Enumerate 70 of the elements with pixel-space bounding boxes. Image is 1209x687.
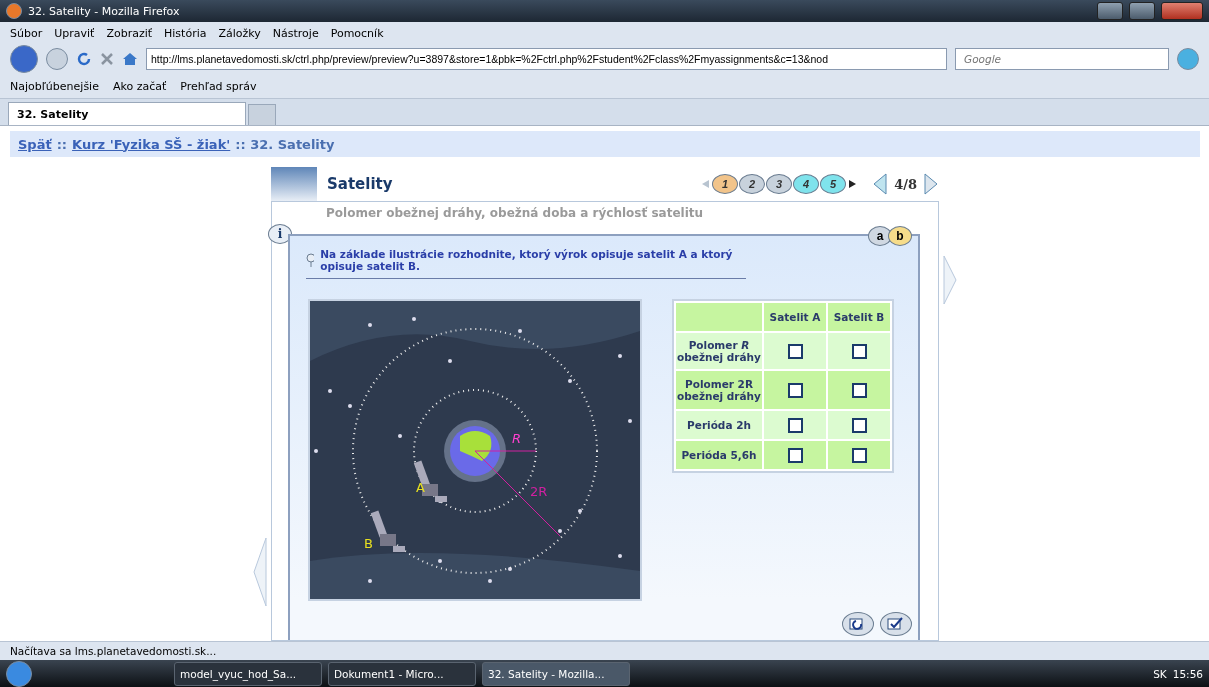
- row-label: Polomer R obežnej dráhy: [676, 333, 762, 369]
- bookmark-item[interactable]: Prehľad správ: [180, 79, 257, 93]
- satellite-label: A: [416, 481, 425, 494]
- menu-item[interactable]: Záložky: [218, 26, 261, 40]
- checkbox[interactable]: [787, 343, 803, 359]
- satellite-label: B: [364, 537, 373, 550]
- language-indicator: SK: [1153, 667, 1167, 680]
- menu-item[interactable]: Zobraziť: [106, 26, 153, 40]
- window-title: 32. Satelity - Mozilla Firefox: [28, 4, 181, 18]
- taskbar-button[interactable]: Dokument1 - Micro...: [328, 661, 476, 686]
- satellite-drawing: [370, 510, 405, 552]
- lesson-subtitle: Polomer obežnej dráhy, obežná doba a rýchlosť satelitu: [326, 206, 705, 222]
- checkbox[interactable]: [787, 447, 803, 463]
- column-header: Satelit A: [764, 303, 826, 331]
- row-label: Polomer 2R obežnej dráhy: [676, 371, 762, 409]
- address-field[interactable]: http://lms.planetavedomosti.sk/ctrl.php/preview/preview?u=3897&store=1&pbk=%2Fctrl.php%2Fstudent%2Fclass%2Fmyassignments&c=13&nod: [146, 48, 947, 70]
- browser-tab[interactable]: 32. Satelity: [8, 102, 246, 125]
- menu-item[interactable]: História: [164, 26, 207, 40]
- checkbox[interactable]: [851, 343, 867, 359]
- checkbox[interactable]: [851, 382, 867, 398]
- bookmark-item[interactable]: Najobľúbenejšie: [10, 79, 99, 93]
- status-text: Načítava sa lms.planetavedomosti.sk...: [0, 641, 1209, 660]
- breadcrumb-text: ::: [56, 136, 68, 152]
- clock: 15:56: [1172, 667, 1203, 680]
- breadcrumb-link[interactable]: Kurz 'Fyzika SŠ - žiak': [72, 136, 231, 152]
- menu-item[interactable]: Súbor: [10, 26, 43, 40]
- page-button[interactable]: 3: [766, 174, 793, 194]
- pin-icon: [306, 253, 315, 267]
- start-button[interactable]: [6, 660, 32, 687]
- page-counter: 4/8: [894, 176, 917, 192]
- row-label: Perióda 5,6h: [676, 441, 762, 469]
- back-button[interactable]: [10, 45, 38, 73]
- minimize-button[interactable]: [1097, 2, 1123, 20]
- breadcrumb-link[interactable]: Späť: [18, 136, 52, 152]
- row-label: Perióda 2h: [676, 411, 762, 439]
- checkbox[interactable]: [851, 417, 867, 433]
- check-icon: [887, 617, 905, 631]
- satellite-drawing: [413, 460, 447, 502]
- info-button[interactable]: i: [268, 224, 292, 244]
- menu-item[interactable]: Pomocník: [330, 26, 384, 40]
- bookmark-item[interactable]: Ako začať: [112, 79, 167, 93]
- page-button[interactable]: 2: [739, 174, 766, 194]
- reload-icon[interactable]: [76, 51, 92, 67]
- menu-item[interactable]: Upraviť: [54, 26, 95, 40]
- radius-label: R: [512, 432, 522, 445]
- checkbox[interactable]: [787, 382, 803, 398]
- page-button[interactable]: 1: [712, 174, 739, 194]
- question-text: Na základe ilustrácie rozhodnite, ktorý výrok opisuje satelit A a ktorý opisuje satelit B.: [320, 248, 734, 272]
- browser-logo-icon: [6, 3, 22, 19]
- submit-button[interactable]: [880, 612, 912, 636]
- checkbox[interactable]: [787, 417, 803, 433]
- column-header: Satelit B: [828, 303, 890, 331]
- checkbox[interactable]: [851, 447, 867, 463]
- earth-drawing: [450, 426, 500, 476]
- search-field[interactable]: Google: [955, 48, 1169, 70]
- taskbar-button[interactable]: model_vyuc_hod_Sa...: [174, 661, 322, 686]
- lesson-title: Satelity: [327, 175, 394, 193]
- variant-button[interactable]: a: [868, 226, 892, 246]
- portrait-placeholder: [271, 167, 317, 201]
- taskbar-button[interactable]: 32. Satelity - Mozilla...: [482, 661, 630, 686]
- page-button[interactable]: 5: [820, 174, 847, 194]
- reset-button[interactable]: [842, 612, 874, 636]
- menu-item[interactable]: Nástroje: [272, 26, 319, 40]
- maximize-button[interactable]: [1129, 2, 1155, 20]
- home-icon[interactable]: [122, 51, 138, 67]
- breadcrumb-text: :: 32. Satelity: [235, 136, 335, 152]
- close-button[interactable]: [1161, 2, 1203, 20]
- page-button[interactable]: 4: [793, 174, 820, 194]
- variant-button[interactable]: b: [888, 226, 912, 246]
- radius-label: 2R: [530, 485, 548, 498]
